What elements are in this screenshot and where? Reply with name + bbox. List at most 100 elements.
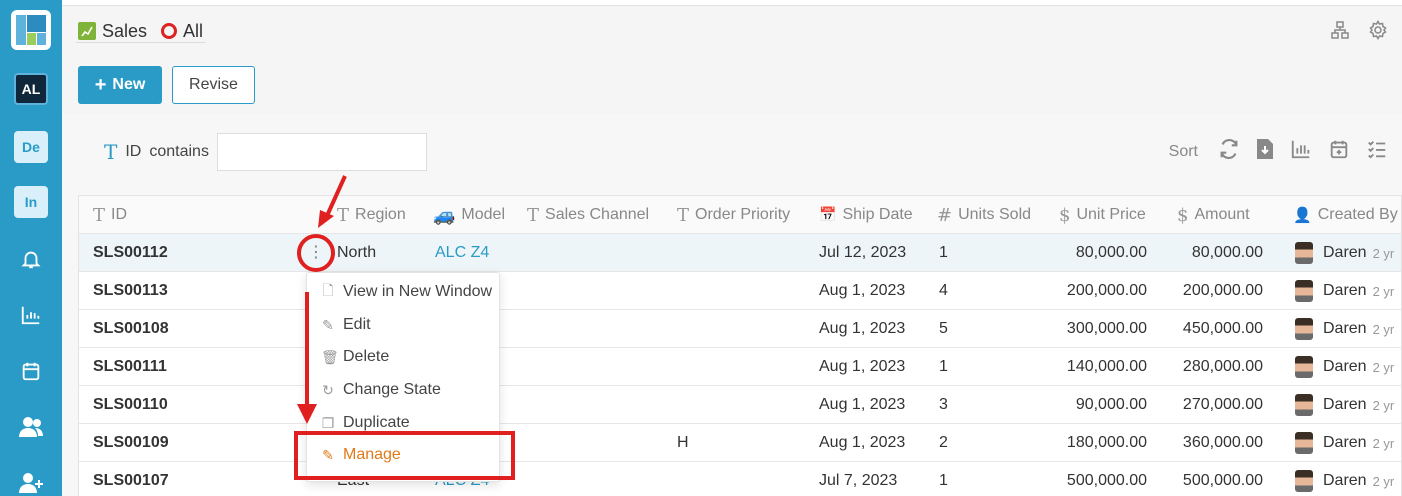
app-logo[interactable]	[11, 10, 51, 50]
cell-amount: 280,000.00	[1182, 358, 1263, 375]
row-actions-icon[interactable]: ⋮	[305, 238, 327, 266]
header-icons	[1330, 20, 1388, 45]
cell-ship: Jul 7, 2023	[819, 472, 898, 489]
chart-view-icon[interactable]	[1290, 138, 1312, 165]
export-icon[interactable]	[1256, 138, 1274, 165]
avatar	[1295, 394, 1313, 416]
table-row[interactable]: SLS00111 Aug 1, 2023 1 140,000.00 280,000.00…	[79, 348, 1401, 386]
new-button-label: New	[112, 76, 146, 93]
plus-icon: +	[94, 74, 107, 96]
menu-delete[interactable]: 🗑 Delete	[307, 342, 501, 372]
number-type-icon: #	[937, 204, 953, 226]
menu-manage[interactable]: ✎ Manage	[307, 440, 501, 470]
person-type-icon: 👤	[1293, 206, 1312, 224]
cell-units: 1	[939, 244, 948, 261]
cell-amount: 200,000.00	[1182, 282, 1263, 299]
cell-model[interactable]: ALC Z4	[435, 244, 489, 262]
cell-amount: 80,000.00	[1191, 244, 1263, 261]
users-icon[interactable]	[18, 414, 44, 440]
avatar	[1295, 280, 1313, 302]
table-row[interactable]: SLS00110 Aug 1, 2023 3 90,000.00 270,000.00 D…	[79, 386, 1401, 424]
edit-icon: ✎	[322, 316, 334, 333]
avatar	[1295, 242, 1313, 264]
cell-ship: Aug 1, 2023	[819, 282, 906, 299]
sales-app-icon	[78, 22, 96, 40]
cell-id[interactable]: SLS00109	[93, 434, 169, 452]
table-row[interactable]: SLS00112 North ALC Z4 Jul 12, 2023 1 80,000.0…	[79, 234, 1401, 272]
new-button[interactable]: + New	[78, 66, 162, 104]
cell-id[interactable]: SLS00110	[93, 396, 168, 414]
cell-price: 80,000.00	[1075, 244, 1147, 261]
avatar	[1295, 432, 1313, 454]
cell-units: 1	[939, 472, 948, 489]
refresh-icon[interactable]	[1218, 138, 1240, 165]
avatar	[1295, 318, 1313, 340]
cell-created-by: Daren	[1323, 244, 1367, 261]
menu-change-state[interactable]: ↻ Change State	[307, 375, 501, 405]
table-row[interactable]: SLS00113 Aug 1, 2023 4 200,000.00 200,000.00…	[79, 272, 1401, 310]
filter-field-label: ID	[125, 143, 142, 160]
table-row[interactable]: SLS00109 H Aug 1, 2023 2 180,000.00 360,000.0…	[79, 424, 1401, 462]
table-row[interactable]: SLS00107EastALC Z4Jul 7, 20231500,000.00…	[79, 462, 1401, 496]
cell-age: 2 yr	[1372, 397, 1395, 413]
cell-units: 2	[939, 434, 948, 451]
col-amount[interactable]: $ Amount	[1177, 196, 1250, 234]
col-units-sold[interactable]: # Units Sold	[937, 196, 1031, 234]
workspace-badge-de[interactable]: De	[14, 131, 48, 163]
col-region[interactable]: T Region	[337, 196, 406, 234]
refresh-icon: ↻	[322, 381, 334, 398]
cell-id[interactable]: SLS00108	[93, 320, 169, 338]
add-user-icon[interactable]	[18, 470, 44, 496]
cell-ship: Aug 1, 2023	[819, 358, 906, 375]
menu-edit[interactable]: ✎ Edit	[307, 310, 501, 340]
hierarchy-icon[interactable]	[1330, 20, 1350, 45]
chart-icon[interactable]	[18, 302, 44, 328]
trash-icon: 🗑	[321, 348, 339, 365]
calendar-icon[interactable]	[18, 358, 44, 384]
cell-ship: Aug 1, 2023	[819, 320, 906, 337]
calendar-view-icon[interactable]	[1328, 138, 1350, 165]
workspace-badge-in[interactable]: In	[14, 186, 48, 218]
workspace-badge-al[interactable]: AL	[14, 73, 48, 105]
menu-view-new-window[interactable]: 🗋 View in New Window	[307, 277, 501, 307]
id-filter-input[interactable]	[216, 133, 427, 171]
cell-id[interactable]: SLS00107	[93, 472, 169, 490]
cell-id[interactable]: SLS00112	[93, 244, 168, 262]
col-order-priority[interactable]: T Order Priority	[677, 196, 790, 234]
cell-id[interactable]: SLS00111	[93, 358, 167, 376]
cell-ship: Jul 12, 2023	[819, 244, 907, 261]
menu-duplicate[interactable]: ❐ Duplicate	[307, 408, 501, 438]
currency-type-icon: $	[1059, 204, 1071, 226]
document-icon: 🗋	[322, 282, 334, 298]
top-bar	[62, 0, 1402, 6]
cell-priority: H	[677, 434, 689, 451]
bell-icon[interactable]	[18, 246, 44, 272]
text-field-icon: T	[104, 140, 118, 164]
cell-created-by: Daren	[1323, 472, 1367, 489]
col-ship-date[interactable]: 📅 Ship Date	[819, 196, 913, 234]
text-type-icon: T	[337, 204, 350, 226]
pencil-icon: ✎	[322, 446, 334, 463]
gear-icon[interactable]	[1368, 20, 1388, 45]
cell-amount: 360,000.00	[1182, 434, 1263, 451]
text-type-icon: T	[527, 204, 540, 226]
col-id[interactable]: T ID	[93, 196, 127, 234]
checklist-icon[interactable]	[1366, 138, 1388, 165]
col-sales-channel[interactable]: T Sales Channel	[527, 196, 649, 234]
col-unit-price[interactable]: $ Unit Price	[1059, 196, 1146, 234]
app-name[interactable]: Sales	[102, 21, 147, 42]
cell-age: 2 yr	[1372, 473, 1395, 489]
col-model[interactable]: 🚙 Model	[433, 196, 505, 234]
avatar	[1295, 470, 1313, 492]
view-filter-name[interactable]: All	[183, 21, 203, 42]
revise-button[interactable]: Revise	[172, 66, 255, 104]
cell-age: 2 yr	[1372, 283, 1395, 299]
col-created-by[interactable]: 👤 Created By	[1293, 196, 1398, 234]
cell-age: 2 yr	[1372, 435, 1395, 451]
table-row[interactable]: SLS00108 Aug 1, 2023 5 300,000.00 450,000.00…	[79, 310, 1401, 348]
avatar	[1295, 356, 1313, 378]
sort-button[interactable]: Sort	[1169, 143, 1198, 161]
text-type-icon: T	[677, 204, 690, 226]
cell-id[interactable]: SLS00113	[93, 282, 168, 300]
copy-icon: ❐	[321, 414, 335, 431]
